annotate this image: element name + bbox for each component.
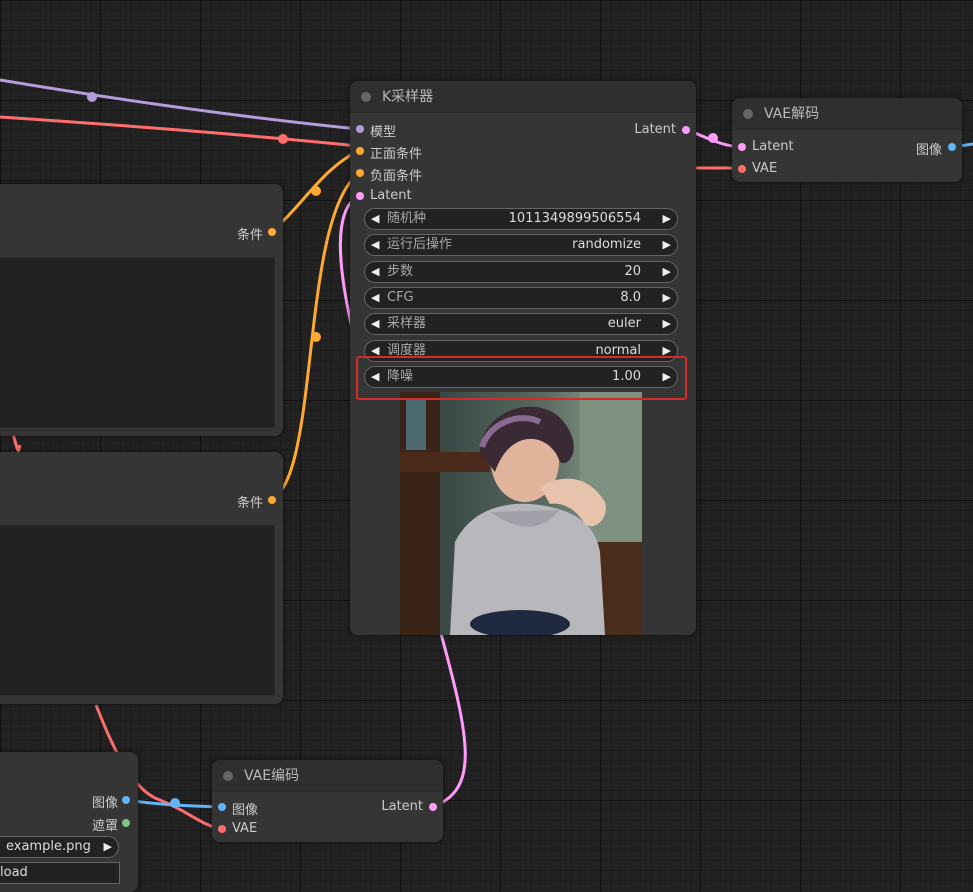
wire-model-midpoint <box>87 92 97 102</box>
clip-text-encode-positive-node[interactable]: 条件 <box>0 184 283 436</box>
load-image-image-output-label: 图像 <box>91 796 118 811</box>
vae-decode-image-output-label: 图像 <box>915 143 942 158</box>
control-after-generate-widget[interactable]: ◀ 运行后操作 randomize ▶ <box>364 234 678 256</box>
cfg-value: 8.0 <box>620 290 641 305</box>
vae-decode-image-output-dot[interactable] <box>948 143 956 151</box>
sampler-value: euler <box>607 316 641 331</box>
clip-positive-output-label: 条件 <box>236 228 263 243</box>
negative-input-label: 负面条件 <box>370 169 423 184</box>
wire-negative-midpoint <box>311 332 321 342</box>
wire-image-encode <box>125 798 223 809</box>
load-image-upload-button[interactable]: load <box>0 862 120 884</box>
clip-negative-output-dot[interactable] <box>268 496 276 504</box>
vae-encode-collapse-dot[interactable] <box>223 771 233 781</box>
wire-positive-midpoint <box>311 186 321 196</box>
clip-negative-output-label: 条件 <box>236 496 263 511</box>
ksampler-collapse-dot[interactable] <box>361 92 371 102</box>
control-after-generate-prev-arrow-icon[interactable]: ◀ <box>371 235 379 255</box>
load-image-upload-label: load <box>0 865 28 880</box>
steps-value: 20 <box>624 264 641 279</box>
model-input-label: 模型 <box>370 125 397 140</box>
latent-output-dot[interactable] <box>682 126 690 134</box>
control-after-generate-label: 运行后操作 <box>387 237 453 252</box>
wire-image-midpoint <box>170 798 180 808</box>
clip-negative-text-area[interactable] <box>0 525 275 696</box>
vae-decode-node[interactable]: VAE解码 Latent VAE 图像 <box>732 98 962 182</box>
clip-positive-output-dot[interactable] <box>268 228 276 236</box>
control-after-generate-next-arrow-icon[interactable]: ▶ <box>663 235 671 255</box>
model-input-dot[interactable] <box>356 125 364 133</box>
wire-vae-midpoint <box>278 134 288 144</box>
sampler-widget[interactable]: ◀ 采样器 euler ▶ <box>364 313 678 335</box>
vae-encode-title-bar[interactable]: VAE编码 <box>212 760 443 792</box>
load-image-file-value: example.png <box>6 839 91 854</box>
vae-decode-vae-input-label: VAE <box>752 161 778 176</box>
steps-increment-arrow-icon[interactable]: ▶ <box>663 262 671 282</box>
vae-decode-title: VAE解码 <box>764 106 820 122</box>
seed-increment-arrow-icon[interactable]: ▶ <box>663 209 671 229</box>
wire-positive <box>270 149 359 233</box>
load-image-image-output-dot[interactable] <box>122 796 130 804</box>
denoise-highlight-box <box>356 356 687 400</box>
vae-decode-collapse-dot[interactable] <box>743 109 753 119</box>
vae-encode-latent-output-dot[interactable] <box>429 803 437 811</box>
seed-value: 1011349899506554 <box>508 211 641 226</box>
wire-vae-top <box>0 115 359 148</box>
seed-label: 随机种 <box>387 211 427 226</box>
vae-encode-image-input-label: 图像 <box>232 803 259 818</box>
vae-encode-node[interactable]: VAE编码 图像 VAE Latent <box>212 760 443 842</box>
cfg-widget[interactable]: ◀ CFG 8.0 ▶ <box>364 287 678 309</box>
vae-decode-latent-input-dot[interactable] <box>738 143 746 151</box>
cfg-label: CFG <box>387 290 414 305</box>
sampler-next-arrow-icon[interactable]: ▶ <box>663 314 671 334</box>
seed-widget[interactable]: ◀ 随机种 1011349899506554 ▶ <box>364 208 678 230</box>
vae-encode-image-input-dot[interactable] <box>218 803 226 811</box>
load-image-mask-output-dot[interactable] <box>122 819 130 827</box>
positive-input-label: 正面条件 <box>370 147 423 162</box>
seed-decrement-arrow-icon[interactable]: ◀ <box>371 209 379 229</box>
cfg-decrement-arrow-icon[interactable]: ◀ <box>371 288 379 308</box>
preview-image <box>400 392 642 635</box>
sampler-label: 采样器 <box>387 316 427 331</box>
vae-decode-latent-input-label: Latent <box>752 139 794 154</box>
sampler-prev-arrow-icon[interactable]: ◀ <box>371 314 379 334</box>
ksampler-title-bar[interactable]: K采样器 <box>350 81 696 113</box>
vae-decode-vae-input-dot[interactable] <box>738 165 746 173</box>
ksampler-title: K采样器 <box>382 89 434 105</box>
wire-negative <box>270 172 359 501</box>
load-image-next-arrow-icon[interactable]: ▶ <box>104 837 112 857</box>
vae-decode-title-bar[interactable]: VAE解码 <box>732 98 962 130</box>
load-image-file-select[interactable]: example.png ▶ <box>0 836 119 858</box>
steps-label: 步数 <box>387 264 414 279</box>
negative-input-dot[interactable] <box>356 169 364 177</box>
vae-encode-title: VAE编码 <box>244 768 300 784</box>
load-image-mask-output-label: 遮罩 <box>91 819 118 834</box>
wire-latent-out-midpoint <box>708 133 718 143</box>
load-image-node[interactable]: 图像 遮罩 example.png ▶ load <box>0 752 138 892</box>
clip-positive-text-area[interactable] <box>0 257 275 428</box>
preview-image-artwork <box>400 392 642 635</box>
clip-text-encode-negative-node[interactable]: 条件 <box>0 452 283 704</box>
latent-input-label: Latent <box>370 188 412 203</box>
positive-input-dot[interactable] <box>356 147 364 155</box>
latent-output-label: Latent <box>634 122 676 137</box>
wire-model <box>0 78 359 131</box>
steps-widget[interactable]: ◀ 步数 20 ▶ <box>364 261 678 283</box>
vae-encode-vae-input-dot[interactable] <box>218 825 226 833</box>
steps-decrement-arrow-icon[interactable]: ◀ <box>371 262 379 282</box>
cfg-increment-arrow-icon[interactable]: ▶ <box>663 288 671 308</box>
vae-encode-latent-output-label: Latent <box>381 799 423 814</box>
control-after-generate-value: randomize <box>572 237 641 252</box>
vae-encode-vae-input-label: VAE <box>232 821 258 836</box>
latent-input-dot[interactable] <box>356 192 364 200</box>
